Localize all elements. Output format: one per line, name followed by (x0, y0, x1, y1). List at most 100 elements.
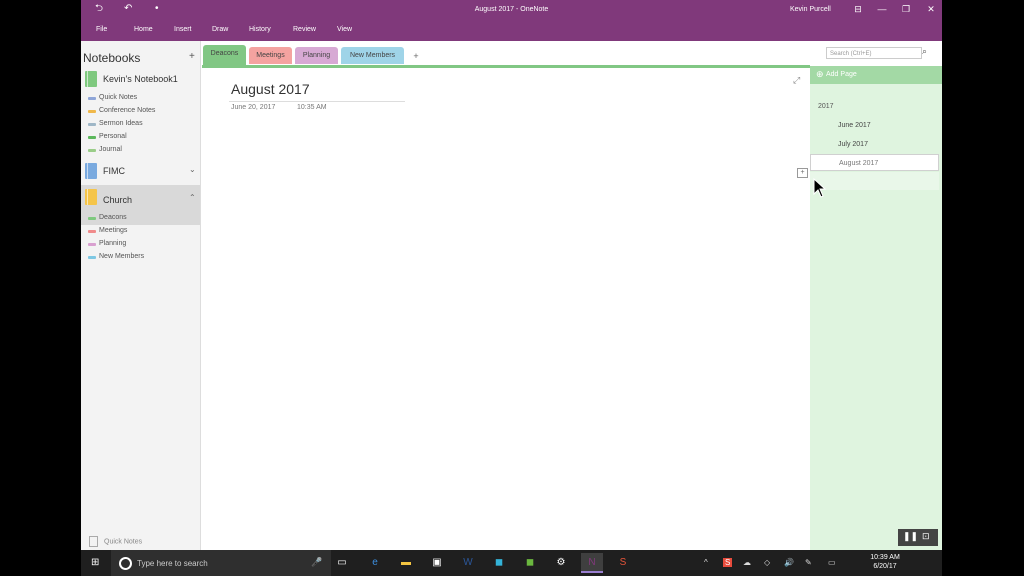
section-label: New Members (99, 253, 145, 260)
fullscreen-icon[interactable]: ⊟ (851, 3, 865, 15)
pause-icon[interactable]: ❚❚ (903, 531, 918, 542)
onenote-icon[interactable]: N (581, 553, 603, 573)
expand-icon[interactable]: ⤢ (793, 75, 800, 86)
search-icon[interactable]: ⌕ (922, 46, 927, 57)
section-personal[interactable]: Personal (88, 133, 198, 145)
notebooks-pane: Notebooks + Kevin's Notebook1 Quick Note… (81, 41, 201, 550)
taskbar-search-box[interactable]: Type here to search 🎤 (111, 550, 331, 576)
section-label: Planning (99, 240, 127, 247)
quick-notes-link[interactable]: Quick Notes (89, 536, 142, 547)
section-label: Meetings (99, 227, 128, 234)
snagit-icon[interactable]: S (612, 553, 634, 573)
close-icon[interactable]: ✕ (924, 3, 938, 15)
ribbon-tab-home[interactable]: Home (134, 26, 153, 33)
ribbon-tab-file[interactable]: File (96, 26, 107, 33)
minimize-icon[interactable]: — (875, 3, 889, 15)
tab-planning[interactable]: Planning (295, 47, 338, 64)
add-section-button[interactable]: + (407, 47, 425, 64)
notebook-name: Kevin's Notebook1 (103, 74, 178, 84)
ribbon-tab-history[interactable]: History (249, 26, 271, 33)
section-sermon-ideas[interactable]: Sermon Ideas (88, 120, 198, 132)
keyboard-icon[interactable]: ▭ (828, 558, 836, 567)
page-insert-slot[interactable] (810, 172, 939, 190)
section-color-bar (88, 243, 96, 246)
section-journal[interactable]: Journal (88, 146, 198, 158)
section-color-bar (88, 110, 96, 113)
notebook-name: FIMC (103, 166, 125, 176)
task-view-icon[interactable]: ▭ (331, 553, 353, 573)
section-color-bar (88, 97, 96, 100)
ribbon-tab-review[interactable]: Review (293, 26, 316, 33)
page-title[interactable]: August 2017 (231, 81, 310, 97)
notebook-icon (85, 71, 97, 87)
ribbon-tab-insert[interactable]: Insert (174, 26, 192, 33)
notebook-kevins-notebook1[interactable]: Kevin's Notebook1 (81, 67, 200, 93)
section-conference-notes[interactable]: Conference Notes (88, 107, 198, 119)
onenote-window: ⮌ ↶ • August 2017 - OneNote Kevin Purcel… (81, 0, 942, 550)
volume-icon[interactable]: 🔊 (784, 558, 794, 567)
ribbon-tab-view[interactable]: View (337, 26, 352, 33)
page-group-year[interactable]: 2017 (818, 103, 834, 110)
taskbar-clock[interactable]: 10:39 AM 6/20/17 (865, 553, 905, 571)
notebook-icon (85, 189, 97, 205)
store-icon[interactable]: ▣ (426, 553, 448, 573)
ribbon-tabs: File Home Insert Draw History Review Vie… (81, 19, 942, 41)
page-item-august-2017[interactable]: August 2017 (810, 154, 939, 171)
section-deacons[interactable]: Deacons (88, 214, 198, 226)
maximize-icon[interactable]: ❐ (899, 3, 913, 15)
page-date: June 20, 2017 (231, 104, 276, 111)
microphone-icon[interactable]: 🎤 (311, 557, 322, 568)
settings-icon[interactable]: ⚙ (550, 553, 572, 573)
notebook-icon (85, 163, 97, 179)
pen-icon[interactable]: ✎ (805, 558, 812, 567)
page-item-june-2017[interactable]: June 2017 (810, 117, 939, 134)
app-cyan-icon[interactable]: ◼ (488, 553, 510, 573)
add-page-label: Add Page (826, 71, 857, 78)
search-input[interactable]: Search (Ctrl+E) (826, 47, 922, 59)
onedrive-icon[interactable]: ☁ (743, 558, 751, 567)
title-underline (229, 101, 405, 102)
taskbar: ⊞ Type here to search 🎤 ▭ e ▬ ▣ W ◼ ◼ ⚙ … (81, 550, 942, 576)
section-new-members[interactable]: New Members (88, 253, 198, 265)
clock-time: 10:39 AM (870, 554, 900, 561)
section-planning[interactable]: Planning (88, 240, 198, 252)
section-label: Personal (99, 133, 127, 140)
page-item-label: August 2017 (839, 160, 879, 167)
section-color-bar (88, 256, 96, 259)
section-label: Sermon Ideas (99, 120, 143, 127)
quick-notes-label: Quick Notes (104, 538, 143, 546)
user-name[interactable]: Kevin Purcell (790, 6, 831, 13)
clock-date: 6/20/17 (873, 563, 897, 570)
section-color-bar (88, 123, 96, 126)
word-icon[interactable]: W (457, 553, 479, 573)
edge-icon[interactable]: e (364, 553, 386, 573)
taskbar-search-placeholder: Type here to search (137, 559, 208, 568)
section-color-bar (88, 136, 96, 139)
add-notebook-icon[interactable]: + (189, 51, 195, 62)
ribbon-tab-draw[interactable]: Draw (212, 26, 228, 33)
add-page-button[interactable]: ⊕ Add Page (810, 66, 942, 84)
start-icon[interactable]: ⊞ (91, 557, 99, 568)
cortana-icon (119, 557, 132, 570)
page-canvas[interactable]: August 2017 June 20, 2017 10:35 AM ⤢ (202, 68, 810, 550)
page-item-july-2017[interactable]: July 2017 (810, 136, 939, 153)
section-label: Quick Notes (99, 94, 138, 101)
person-icon[interactable]: ⊡ (922, 531, 930, 542)
network-icon[interactable]: ◇ (764, 558, 770, 567)
chevron-down-icon[interactable]: ⌄ (189, 165, 196, 174)
playback-controls: ❚❚ ⊡ (898, 529, 938, 546)
tray-snagit-icon[interactable]: S (723, 558, 733, 567)
section-color-bar (88, 149, 96, 152)
insert-page-icon[interactable]: + (797, 168, 808, 178)
tab-new-members[interactable]: New Members (341, 47, 404, 64)
notebook-name: Church (103, 195, 133, 205)
tab-deacons[interactable]: Deacons (203, 45, 246, 65)
tray-chevron-icon[interactable]: ^ (704, 558, 708, 567)
section-meetings[interactable]: Meetings (88, 227, 198, 239)
chevron-up-icon[interactable]: ⌃ (189, 193, 196, 202)
app-green-icon[interactable]: ◼ (519, 553, 541, 573)
file-explorer-icon[interactable]: ▬ (395, 553, 417, 573)
section-quick-notes[interactable]: Quick Notes (88, 94, 198, 106)
notebook-fimc[interactable]: FIMC ⌄ (81, 159, 200, 185)
tab-meetings[interactable]: Meetings (249, 47, 292, 64)
